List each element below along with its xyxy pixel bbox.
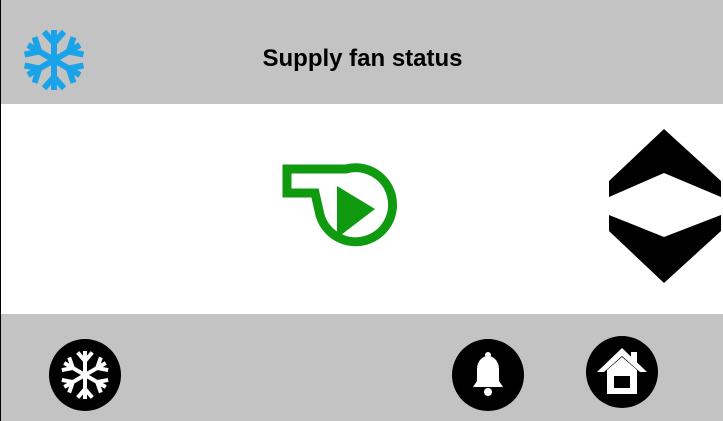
bell-icon: [452, 339, 524, 411]
scroll-up-button[interactable]: [605, 125, 723, 205]
supply-fan-icon: [279, 156, 409, 256]
page-title: Supply fan status: [262, 45, 463, 72]
snowflake-icon: [49, 339, 121, 411]
footer-bar: [1, 314, 723, 421]
hvac-screen: Supply fan status: [0, 0, 723, 421]
chevron-down-icon: [609, 215, 721, 283]
home-button[interactable]: [585, 335, 659, 409]
scroll-down-button[interactable]: [605, 207, 723, 287]
header-bar: Supply fan status: [1, 0, 723, 104]
chevron-up-icon: [609, 129, 721, 197]
home-icon: [586, 336, 658, 408]
status-panel: [1, 104, 723, 314]
cooling-mode-button[interactable]: [48, 338, 122, 412]
alarms-button[interactable]: [451, 338, 525, 412]
